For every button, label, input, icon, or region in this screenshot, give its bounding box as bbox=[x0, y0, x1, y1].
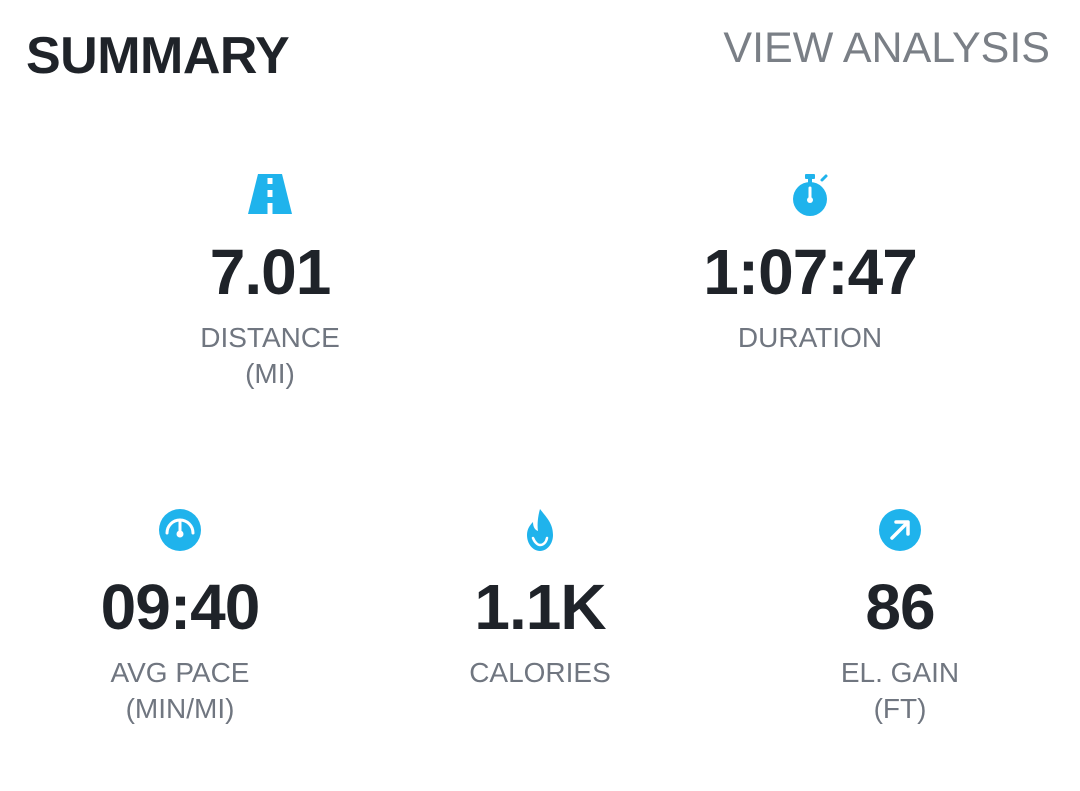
elevation-gain-unit: (FT) bbox=[873, 693, 927, 724]
elevation-gain-value: 86 bbox=[865, 571, 935, 643]
avg-pace-value: 09:40 bbox=[100, 571, 261, 643]
elevation-gain-label: EL. GAIN bbox=[840, 657, 960, 688]
avg-pace-stat: 09:40 AVG PACE (MIN/MI) bbox=[0, 507, 360, 727]
summary-title: SUMMARY bbox=[26, 27, 290, 85]
distance-unit: (MI) bbox=[245, 358, 295, 389]
calories-value: 1.1K bbox=[474, 571, 606, 643]
view-analysis-link[interactable]: VIEW ANALYSIS bbox=[723, 20, 1050, 76]
distance-stat: 7.01 DISTANCE (MI) bbox=[90, 172, 450, 392]
stopwatch-icon bbox=[630, 172, 990, 218]
avg-pace-label: AVG PACE bbox=[110, 657, 250, 688]
calories-stat: 1.1K CALORIES bbox=[360, 507, 720, 691]
duration-label: DURATION bbox=[737, 322, 883, 353]
duration-value: 1:07:47 bbox=[703, 236, 918, 308]
arrow-up-right-icon bbox=[720, 507, 1080, 553]
distance-label: DISTANCE bbox=[200, 322, 340, 353]
duration-stat: 1:07:47 DURATION bbox=[630, 172, 990, 356]
elevation-gain-stat: 86 EL. GAIN (FT) bbox=[720, 507, 1080, 727]
speedometer-icon bbox=[0, 507, 360, 553]
road-icon bbox=[90, 172, 450, 218]
avg-pace-unit: (MIN/MI) bbox=[125, 693, 235, 724]
flame-icon bbox=[360, 507, 720, 553]
calories-label: CALORIES bbox=[469, 657, 611, 688]
distance-value: 7.01 bbox=[209, 236, 332, 308]
